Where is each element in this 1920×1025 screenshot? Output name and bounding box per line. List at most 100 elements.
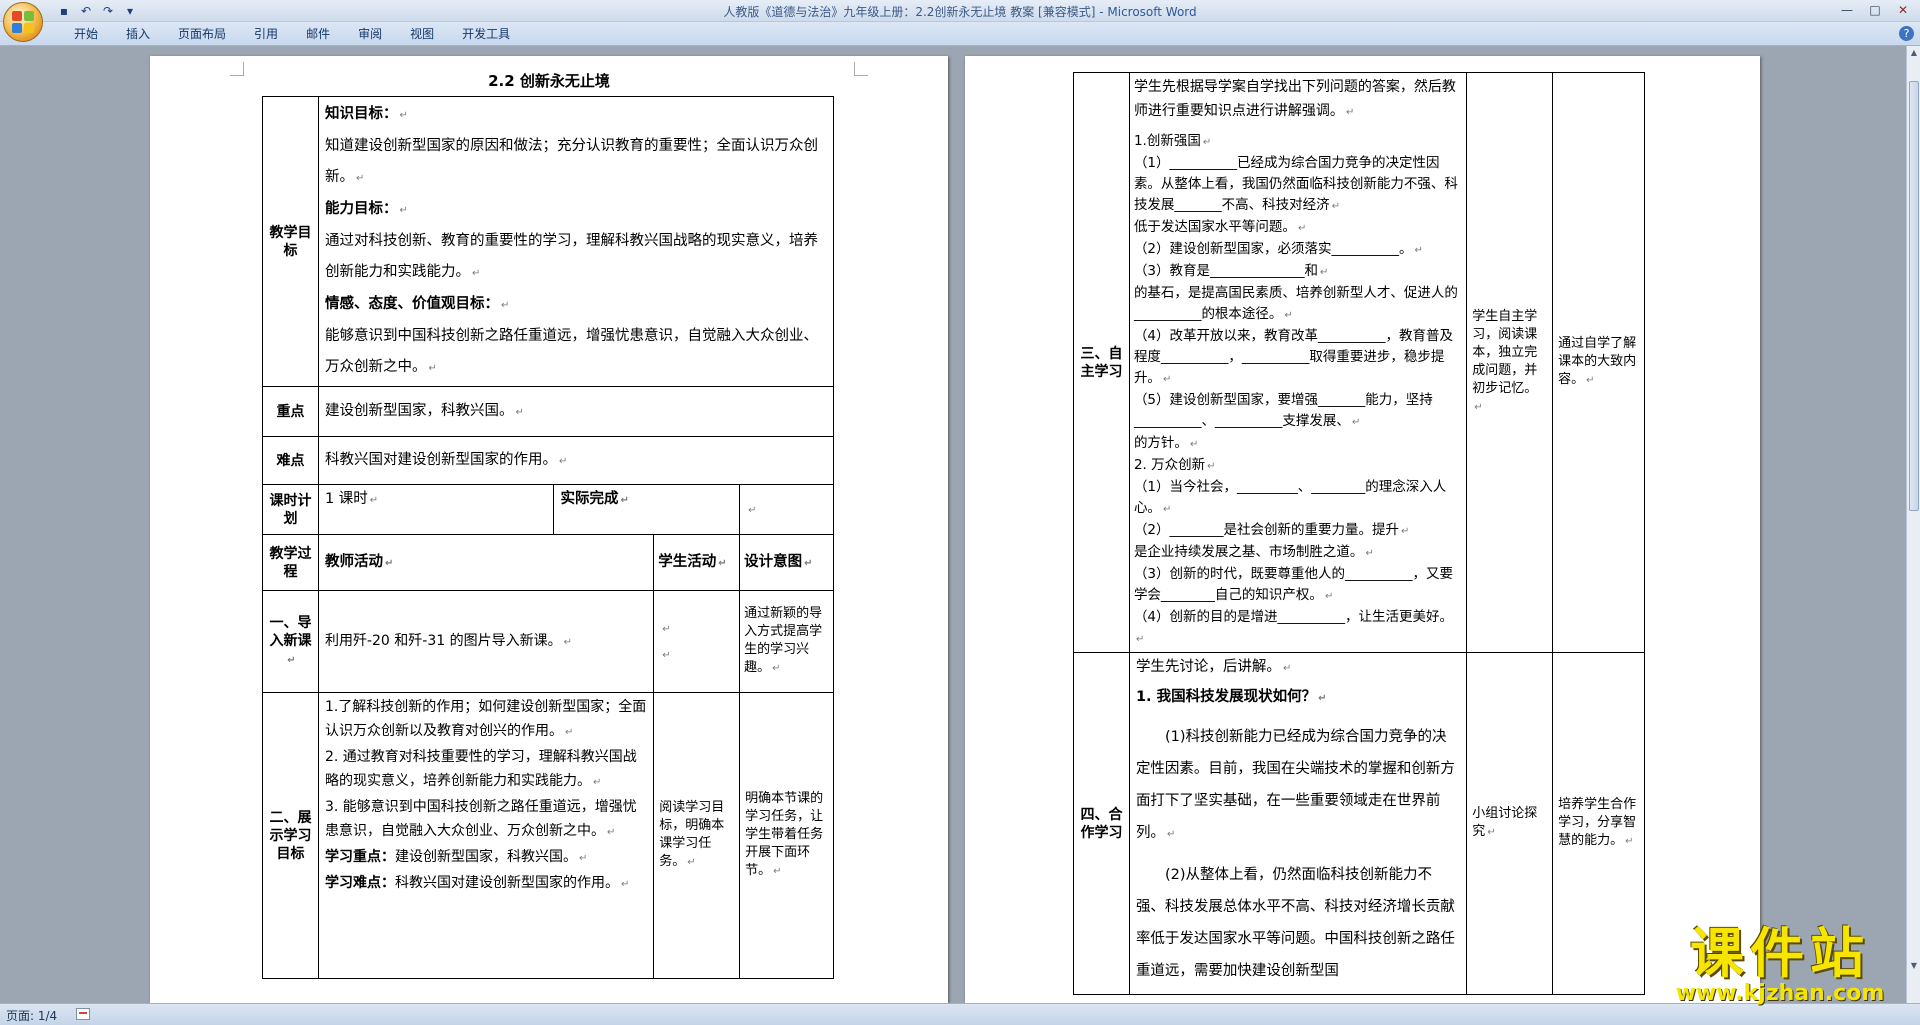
- section-4-content: 学生先讨论，后讲解。 ↵ 1. 我国科技发展现状如何？ ↵ (1)科技创新能力已经成…: [1128, 652, 1468, 995]
- difficult-label: 难点: [262, 436, 319, 485]
- paragraph-mark: ↵: [1474, 402, 1483, 413]
- ability-title: 能力目标：: [324, 201, 398, 217]
- question-text: 低于发达国家水平等问题。: [1133, 219, 1296, 235]
- section-3-row: 三、自主学习 学生先根据导学案自学找出下列问题的答案，然后教师进行重要知识点进行…: [1073, 72, 1645, 653]
- key-text: 建设创新型国家，科教兴国。: [324, 402, 514, 419]
- goals-cell: 知识目标： ↵ 知道建设创新型国家的原因和做法；充分认识教育的重要性；全面认识万众…: [317, 96, 835, 387]
- section-3-design-text: 通过自学了解课本的大致内容。: [1558, 336, 1637, 387]
- paragraph-mark: ↵: [1401, 526, 1410, 537]
- section-4-student-text: 小组讨论探究: [1472, 806, 1538, 839]
- plan-label: 课时计划: [262, 484, 319, 535]
- paragraph-mark: ↵: [1207, 461, 1216, 472]
- question-line: （1）__________已经成为综合国力竞争的决定性因素。从整体上看，我国仍然…: [1134, 153, 1462, 217]
- section-4-label: 四、合作学习: [1073, 652, 1130, 995]
- process-header-row: 教学过程 教师活动 ↵ 学生活动 ↵ 设计意图 ↵: [262, 534, 834, 591]
- section-3-content: 学生先根据导学案自学找出下列问题的答案，然后教师进行重要知识点进行讲解强调。 ↵ …: [1128, 72, 1468, 653]
- paragraph-mark: ↵: [620, 495, 629, 506]
- question-line: （3）教育是______________和 ↵: [1134, 261, 1462, 283]
- document-area[interactable]: 2.2 创新永无止境 教学目标 知识目标： ↵ 知道建设创新型国家的原因和做法；充…: [0, 46, 1906, 1003]
- question-text: 的基石，是提高国民素质、培养创新型人才、促进人的__________的根本途径。: [1133, 285, 1458, 322]
- section-4-intro: 学生先讨论，后讲解。: [1135, 659, 1281, 675]
- ribbon-tab[interactable]: 开始: [60, 26, 112, 42]
- section-1-design: 通过新颖的导入方式提高学生的学习兴趣。 ↵: [739, 590, 834, 693]
- question-text: （3）教育是______________和: [1133, 263, 1319, 279]
- emotion-title: 情感、态度、价值观目标：: [324, 296, 499, 312]
- paragraph-mark: ↵: [563, 636, 572, 648]
- ribbon-tab[interactable]: 引用: [240, 26, 292, 42]
- question-line: （2）建设创新型国家，必须落实__________。 ↵: [1134, 239, 1462, 261]
- question-text: （4）创新的目的是增进__________，让生活更美好。: [1133, 609, 1454, 625]
- close-icon[interactable]: ✕: [1890, 1, 1916, 19]
- ribbon-tab[interactable]: 开发工具: [448, 26, 524, 42]
- actual-label: 实际完成: [560, 491, 619, 507]
- app-name: Microsoft Word: [1107, 5, 1197, 19]
- scroll-up-icon[interactable]: ▲: [1909, 48, 1919, 60]
- paragraph-mark: ↵: [1625, 836, 1634, 847]
- ribbon-tabs: 开始 插入 页面布局 引用 邮件 审阅 视图 开发工具: [60, 26, 524, 42]
- paragraph-mark: ↵: [399, 205, 408, 216]
- ability-text: 通过对科技创新、教育的重要性的学习，理解科教兴国战略的现实意义，培养创新能力和实…: [324, 233, 818, 280]
- maximize-icon[interactable]: □: [1862, 1, 1888, 19]
- plan-value: 1 课时: [324, 491, 368, 507]
- actual-value-cell[interactable]: ↵: [739, 484, 834, 535]
- knowledge-text: 知道建设创新型国家的原因和做法；充分认识教育的重要性；全面认识万众创新。: [324, 138, 818, 185]
- section-2-teacher-line-2: 2. 通过教育对科技重要性的学习，理解科教兴国战略的现实意义，培养创新能力和实践…: [324, 749, 637, 789]
- page-1: 2.2 创新永无止境 教学目标 知识目标： ↵ 知道建设创新型国家的原因和做法；充…: [150, 56, 948, 1003]
- ribbon-tab[interactable]: 页面布局: [164, 26, 240, 42]
- paragraph-mark: ↵: [471, 268, 481, 279]
- question-line: 低于发达国家水平等问题。 ↵: [1134, 217, 1462, 239]
- ribbon-tab[interactable]: 邮件: [292, 26, 344, 42]
- question-text: （2）________是社会创新的重要力量。提升: [1133, 522, 1400, 538]
- scrollbar-thumb[interactable]: [1909, 81, 1919, 511]
- section-3-intro: 学生先根据导学案自学找出下列问题的答案，然后教师进行重要知识点进行讲解强调。: [1133, 79, 1456, 119]
- question-line: 1.创新强国 ↵: [1134, 131, 1462, 153]
- status-bar: 页面: 1/4: [0, 1003, 1920, 1025]
- minimize-icon[interactable]: —: [1834, 1, 1860, 19]
- paragraph-mark: ↵: [1351, 417, 1361, 428]
- question-text: （5）建设创新型国家，要增强_______能力，坚持__________、___…: [1133, 392, 1433, 429]
- paragraph-mark: ↵: [558, 455, 568, 467]
- paragraph-mark: ↵: [1320, 267, 1329, 278]
- office-button[interactable]: [3, 2, 43, 42]
- paragraph-mark: ↵: [687, 857, 696, 868]
- section-1-teacher-text: 利用歼-20 和歼-31 的图片导入新课。: [324, 632, 562, 649]
- difficult-cell: 科教兴国对建设创新型国家的作用。 ↵: [317, 436, 835, 485]
- paragraph-mark: ↵: [606, 827, 616, 838]
- section-4-paragraph-2: (2)从整体上看，仍然面临科技创新能力不强、科技发展总体水平不高、科技对经济增长…: [1135, 867, 1455, 979]
- section-2-key-text: 建设创新型国家，科教兴国。: [394, 849, 577, 865]
- paragraph-mark: ↵: [500, 300, 510, 311]
- scroll-down-icon[interactable]: ▼: [1909, 961, 1919, 973]
- paragraph-mark: ↵: [1284, 310, 1293, 321]
- word-window: ▪ ↶ ↷ ▾ 人教版《道德与法治》九年级上册：2.2创新永无止境 教案 [兼容…: [0, 0, 1920, 1025]
- paragraph-mark: ↵: [1331, 201, 1341, 212]
- section-4-design: 培养学生合作学习，分享智慧的能力。 ↵: [1552, 652, 1645, 995]
- ribbon-tab[interactable]: 插入: [112, 26, 164, 42]
- difficult-text: 科教兴国对建设创新型国家的作用。: [324, 451, 557, 468]
- paragraph-mark: ↵: [1162, 504, 1172, 515]
- goals-row: 教学目标 知识目标： ↵ 知道建设创新型国家的原因和做法；充分认识教育的重要性；全…: [262, 96, 835, 387]
- page-indicator[interactable]: 页面: 1/4: [6, 1007, 57, 1024]
- process-label: 教学过程: [262, 534, 319, 591]
- section-2-key-title: 学习重点：: [324, 849, 395, 865]
- ribbon-tab[interactable]: 视图: [396, 26, 448, 42]
- paragraph-mark: ↵: [1202, 137, 1212, 148]
- section-2-teacher: 1.了解科技创新的作用；如何建设创新型国家；全面认识万众创新以及教育对创兴的作用…: [317, 692, 655, 979]
- paragraph-mark: ↵: [355, 173, 365, 184]
- question-line: 的方针。 ↵: [1134, 433, 1462, 455]
- section-2-diff-text: 科教兴国对建设创新型国家的作用。: [394, 875, 619, 891]
- key-row: 重点 建设创新型国家，科教兴国。 ↵: [262, 386, 835, 437]
- ribbon-tab[interactable]: 审阅: [344, 26, 396, 42]
- question-line: （2）________是社会创新的重要力量。提升 ↵: [1134, 520, 1462, 542]
- proofing-icon[interactable]: [76, 1008, 90, 1020]
- section-3-questions: 1.创新强国 ↵ （1）__________已经成为综合国力竞争的决定性因素。从整体…: [1134, 131, 1462, 650]
- help-icon[interactable]: ?: [1899, 26, 1914, 41]
- paragraph-mark: ↵: [748, 504, 757, 516]
- paragraph-mark: ↵: [1414, 245, 1423, 256]
- paragraph-mark: ↵: [1365, 548, 1374, 559]
- question-line: （3）创新的时代，既要尊重他人的__________，又要学会________自…: [1134, 564, 1462, 607]
- paragraph-mark: ↵: [1135, 634, 1145, 645]
- question-text: （1）__________已经成为综合国力竞争的决定性因素。从整体上看，我国仍然…: [1133, 155, 1458, 213]
- paragraph-mark: ↵: [384, 557, 394, 569]
- paragraph-mark: ↵: [718, 557, 727, 569]
- vertical-scrollbar[interactable]: ▲ ▼: [1906, 46, 1920, 1003]
